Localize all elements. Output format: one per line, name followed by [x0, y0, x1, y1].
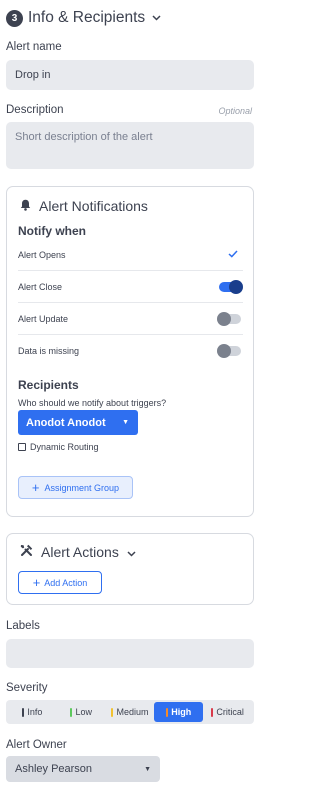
severity-label: Severity: [6, 682, 48, 694]
alert-owner-select[interactable]: Ashley Pearson ▼: [6, 756, 160, 782]
recipients-title: Recipients: [18, 378, 79, 392]
actions-header[interactable]: Alert Actions: [20, 544, 136, 560]
severity-option-label: Critical: [216, 707, 244, 717]
alert-name-input[interactable]: Drop in: [6, 60, 254, 90]
notifications-header: Alert Notifications: [20, 198, 148, 214]
check-icon[interactable]: [228, 249, 238, 261]
section-header[interactable]: 3 Info & Recipients: [6, 9, 161, 27]
plus-icon: +: [32, 575, 41, 590]
tools-icon: [20, 544, 33, 560]
notify-row-label: Alert Opens: [18, 249, 66, 260]
notify-row-alert-close[interactable]: Alert Close: [18, 271, 243, 303]
recipients-question: Who should we notify about triggers?: [18, 398, 167, 408]
alert-actions-card: Alert Actions + Add Action: [6, 533, 254, 605]
severity-option-info[interactable]: Info: [8, 702, 57, 722]
notify-row-data-missing[interactable]: Data is missing: [18, 335, 243, 367]
severity-color-bar: [111, 707, 114, 717]
notify-when-title: Notify when: [18, 224, 86, 238]
labels-label: Labels: [6, 620, 40, 632]
notify-row-label: Data is missing: [18, 346, 80, 356]
alert-owner-label: Alert Owner: [6, 739, 67, 751]
severity-option-critical[interactable]: Critical: [203, 702, 252, 722]
optional-hint: Optional: [218, 106, 252, 116]
section-title: Info & Recipients: [28, 9, 146, 26]
alert-owner-value: Ashley Pearson: [15, 763, 93, 775]
data-missing-toggle[interactable]: [217, 344, 241, 358]
severity-option-high[interactable]: High: [154, 702, 204, 722]
chevron-down-icon[interactable]: [152, 13, 161, 23]
bell-icon: [20, 198, 31, 214]
labels-input[interactable]: [6, 639, 254, 668]
description-textarea[interactable]: Short description of the alert: [6, 122, 254, 169]
severity-option-medium[interactable]: Medium: [106, 702, 155, 722]
notify-row-alert-opens[interactable]: Alert Opens: [18, 239, 243, 271]
assignment-group-label: Assignment Group: [44, 482, 120, 493]
severity-option-label: Low: [75, 707, 92, 717]
dynamic-routing[interactable]: Dynamic Routing: [18, 442, 99, 452]
severity-option-label: Info: [27, 707, 43, 717]
alert-notifications-card: Alert Notifications Notify when Alert Op…: [6, 186, 254, 517]
notify-row-label: Alert Close: [18, 281, 63, 292]
severity-color-bar: [70, 707, 73, 717]
severity-option-label: Medium: [116, 707, 149, 717]
description-label: Description: [6, 104, 64, 116]
severity-color-bar: [211, 707, 214, 717]
assignment-group-button[interactable]: + Assignment Group: [18, 476, 133, 499]
alert-name-label: Alert name: [6, 41, 62, 53]
recipient-select-label: Anodot Anodot: [26, 416, 106, 429]
recipient-select[interactable]: Anodot Anodot ▼: [18, 410, 138, 435]
alert-update-toggle[interactable]: [217, 311, 241, 326]
caret-down-icon: ▼: [144, 765, 151, 773]
chevron-down-icon[interactable]: [127, 544, 136, 560]
severity-color-bar: [166, 707, 169, 717]
severity-color-bar: [22, 707, 25, 717]
notify-row-label: Alert Update: [18, 313, 69, 324]
notifications-title: Alert Notifications: [39, 198, 148, 214]
dynamic-routing-label: Dynamic Routing: [30, 442, 99, 452]
dynamic-routing-checkbox[interactable]: [18, 443, 26, 451]
plus-icon: +: [31, 480, 40, 495]
severity-option-label: High: [171, 707, 192, 717]
alert-close-toggle[interactable]: [219, 279, 243, 294]
caret-down-icon: ▼: [122, 419, 129, 426]
add-action-button[interactable]: + Add Action: [18, 571, 102, 594]
severity-option-low[interactable]: Low: [57, 702, 106, 722]
add-action-label: Add Action: [44, 577, 88, 588]
step-badge: 3: [6, 9, 23, 27]
severity-selector: Info Low Medium High Critical: [6, 700, 254, 724]
actions-title: Alert Actions: [41, 544, 119, 560]
notify-row-alert-update[interactable]: Alert Update: [18, 303, 243, 335]
